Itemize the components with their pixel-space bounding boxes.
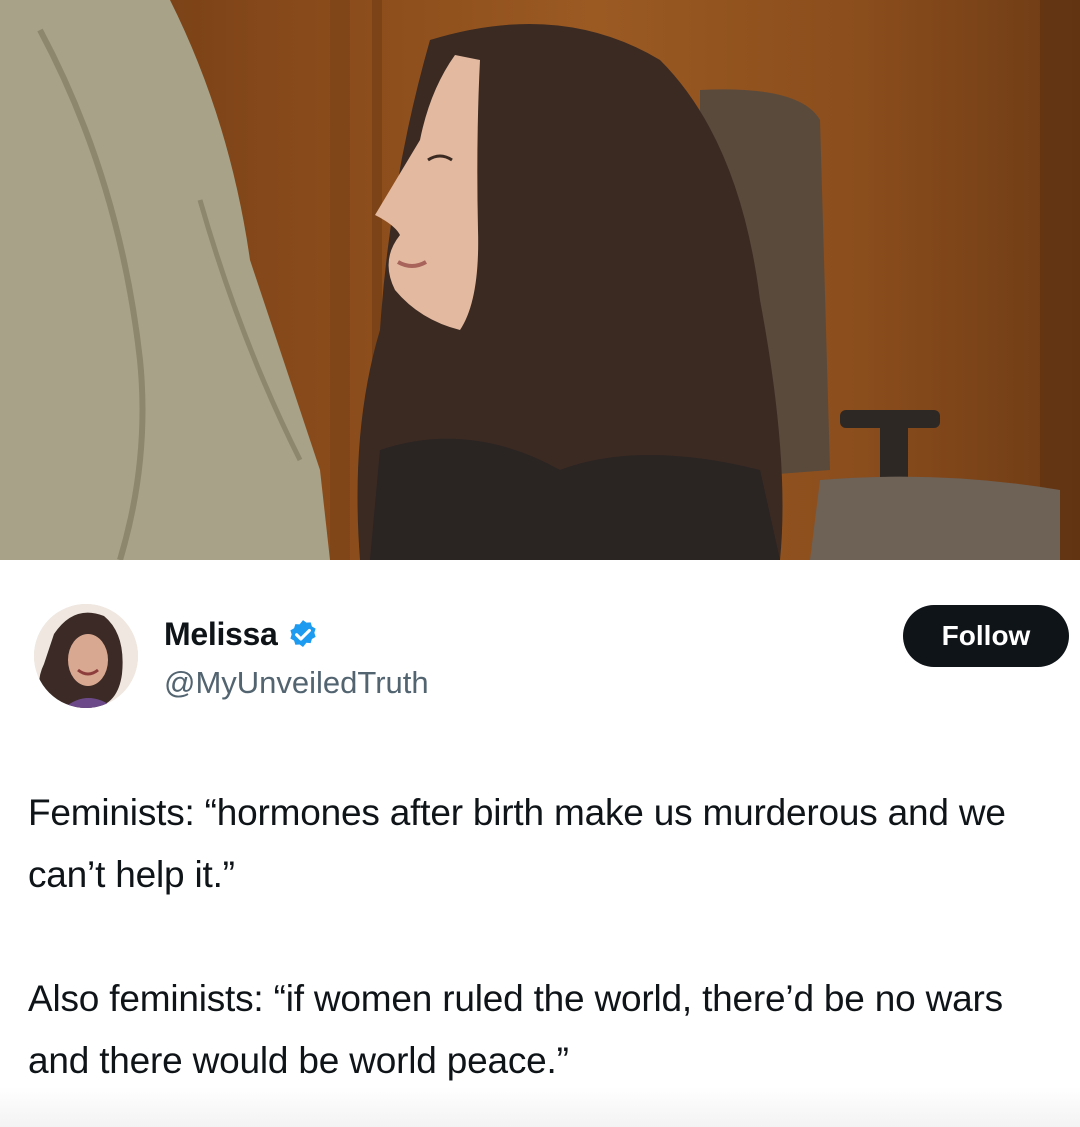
verified-badge-icon bbox=[286, 618, 320, 652]
tweet-photo[interactable] bbox=[0, 0, 1080, 560]
author-name-row: Melissa bbox=[164, 616, 320, 653]
avatar[interactable] bbox=[34, 604, 138, 708]
photo-illustration bbox=[0, 0, 1080, 560]
follow-button[interactable]: Follow bbox=[903, 605, 1069, 667]
author-name[interactable]: Melissa bbox=[164, 616, 278, 653]
tweet-paragraph: Feminists: “hormones after birth make us… bbox=[28, 792, 1006, 895]
tweet-card: Melissa @MyUnveiledTruth Follow Feminist… bbox=[0, 560, 1080, 1127]
avatar-image bbox=[34, 604, 138, 708]
author-handle[interactable]: @MyUnveiledTruth bbox=[164, 665, 429, 701]
tweet-paragraph: Also feminists: “if women ruled the worl… bbox=[28, 978, 1003, 1081]
card-bottom-fade bbox=[0, 1087, 1080, 1127]
tweet-text: Feminists: “hormones after birth make us… bbox=[28, 782, 1068, 1092]
